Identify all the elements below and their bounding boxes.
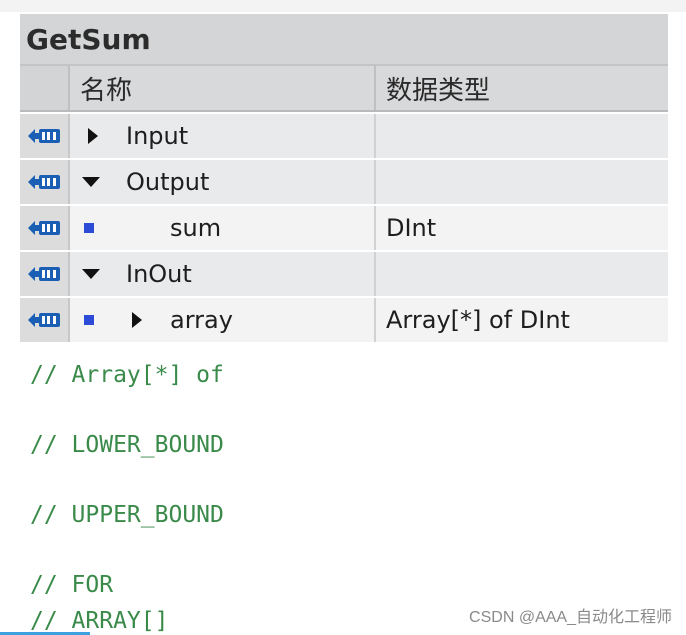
- table-header: 名称 数据类型: [20, 66, 668, 112]
- table-row-inout[interactable]: InOut: [20, 252, 668, 296]
- table-row-input[interactable]: Input: [20, 114, 668, 158]
- parameter-icon: [20, 114, 70, 158]
- row-type[interactable]: [376, 114, 668, 158]
- parameter-icon: [20, 206, 70, 250]
- table-row-output[interactable]: Output: [20, 160, 668, 204]
- collapse-arrow-icon[interactable]: [82, 269, 100, 279]
- row-name[interactable]: Output: [126, 168, 209, 196]
- table-row-array[interactable]: array Array[*] of DInt: [20, 298, 668, 342]
- row-name[interactable]: array: [170, 306, 233, 334]
- header-name[interactable]: 名称: [70, 66, 376, 110]
- collapse-arrow-icon[interactable]: [82, 177, 100, 187]
- row-type[interactable]: [376, 160, 668, 204]
- top-band: [0, 0, 686, 12]
- row-type[interactable]: DInt: [376, 206, 668, 250]
- interface-table: GetSum 名称 数据类型 Input Output sum DInt InO…: [20, 14, 668, 342]
- row-name[interactable]: Input: [126, 122, 188, 150]
- row-name[interactable]: sum: [170, 214, 221, 242]
- code-line-comment[interactable]: // UPPER_BOUND: [30, 502, 224, 528]
- code-line-comment[interactable]: // LOWER_BOUND: [30, 432, 224, 458]
- code-line-comment[interactable]: // Array[*] of: [30, 362, 224, 388]
- watermark: CSDN @AAA_自动化工程师: [469, 609, 672, 626]
- expand-arrow-icon[interactable]: [132, 312, 142, 328]
- variable-marker-icon: [84, 315, 94, 325]
- parameter-icon: [20, 252, 70, 296]
- expand-arrow-icon[interactable]: [88, 128, 98, 144]
- variable-marker-icon: [84, 223, 94, 233]
- code-line-comment[interactable]: // ARRAY[]: [30, 608, 168, 634]
- row-type[interactable]: Array[*] of DInt: [376, 298, 668, 342]
- parameter-icon: [20, 160, 70, 204]
- row-name[interactable]: InOut: [126, 260, 192, 288]
- table-row-sum[interactable]: sum DInt: [20, 206, 668, 250]
- row-type[interactable]: [376, 252, 668, 296]
- code-line-comment[interactable]: // FOR: [30, 572, 113, 598]
- header-data-type[interactable]: 数据类型: [376, 66, 668, 110]
- header-icon-column: [20, 66, 70, 110]
- block-title: GetSum: [20, 14, 668, 66]
- parameter-icon: [20, 298, 70, 342]
